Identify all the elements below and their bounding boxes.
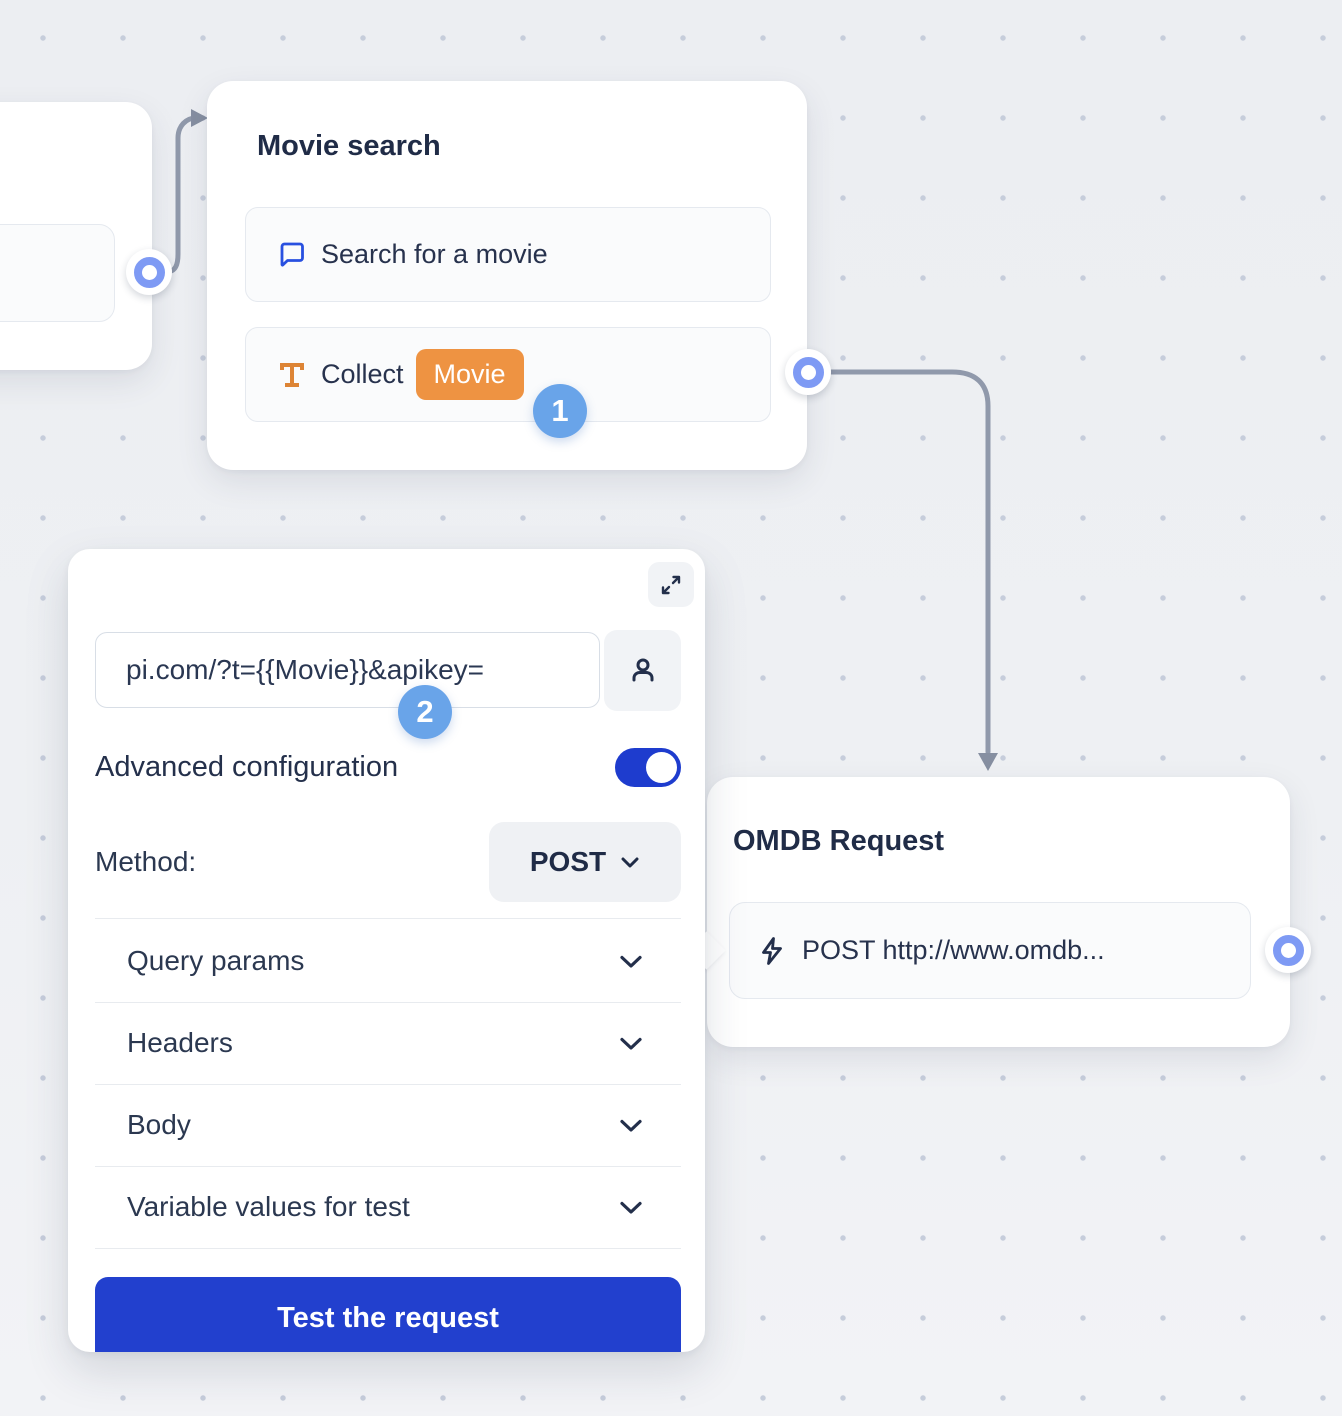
webhook-label: POST http://www.omdb... <box>802 935 1105 966</box>
webhook-config-panel: pi.com/?t={{Movie}}&apikey= Advanced con… <box>68 549 705 1352</box>
connector-into-movie-node <box>158 118 197 272</box>
section-body[interactable]: Body <box>95 1084 681 1166</box>
divider <box>95 918 681 919</box>
method-label: Method: <box>95 846 196 878</box>
toggle-knob <box>646 752 677 783</box>
expand-diagonal-icon <box>658 572 684 598</box>
url-input[interactable]: pi.com/?t={{Movie}}&apikey= <box>95 632 600 708</box>
omdb-request-node[interactable]: OMDB Request POST http://www.omdb... <box>707 777 1290 1047</box>
port-ring <box>134 257 165 288</box>
chevron-down-icon <box>620 855 640 869</box>
chevron-down-icon <box>619 1036 681 1051</box>
text-T-icon <box>276 359 308 391</box>
section-query-params[interactable]: Query params <box>95 920 681 1002</box>
step-badge-2: 2 <box>398 685 452 739</box>
webhook-block[interactable]: POST http://www.omdb... <box>729 902 1251 999</box>
test-request-button[interactable]: Test the request <box>95 1277 681 1352</box>
arrowhead-right <box>191 109 208 127</box>
flow-canvas: Movie search Search for a movie Collect … <box>0 0 1342 1416</box>
advanced-configuration-label: Advanced configuration <box>95 751 398 784</box>
chevron-down-icon <box>619 1118 681 1133</box>
movie-search-node[interactable]: Movie search Search for a movie Collect … <box>207 81 807 470</box>
expand-button[interactable] <box>648 562 694 607</box>
person-icon <box>626 654 660 688</box>
collect-block[interactable]: Collect Movie <box>245 327 771 422</box>
chevron-down-icon <box>619 1200 681 1215</box>
person-button[interactable] <box>604 630 681 711</box>
step-badge-1: 1 <box>533 384 587 438</box>
node-title: OMDB Request <box>733 825 944 858</box>
method-dropdown[interactable]: POST <box>489 822 681 902</box>
section-headers[interactable]: Headers <box>95 1002 681 1084</box>
chat-bubble-icon <box>276 239 308 271</box>
output-port-omdb-node[interactable] <box>1265 927 1311 973</box>
lightning-icon <box>756 935 788 967</box>
section-label: Headers <box>95 1027 233 1059</box>
section-label: Body <box>95 1109 191 1141</box>
section-label: Query params <box>95 945 304 977</box>
output-port-movie-node[interactable] <box>785 349 831 395</box>
arrowhead-down <box>978 753 998 771</box>
question-block[interactable]: Search for a movie <box>245 207 771 302</box>
partial-left-node[interactable] <box>0 102 152 370</box>
question-label: Search for a movie <box>321 239 548 270</box>
divider <box>95 1248 681 1249</box>
partial-left-node-item[interactable] <box>0 224 115 322</box>
section-label: Variable values for test <box>95 1191 410 1223</box>
port-ring <box>1273 935 1304 966</box>
advanced-configuration-toggle[interactable] <box>615 748 681 787</box>
port-ring <box>793 357 824 388</box>
chevron-down-icon <box>619 954 681 969</box>
method-value: POST <box>530 846 606 878</box>
node-title: Movie search <box>257 130 441 163</box>
variable-badge[interactable]: Movie <box>416 349 524 400</box>
collect-label: Collect <box>321 359 404 390</box>
output-port-left-node[interactable] <box>126 249 172 295</box>
section-variable-values[interactable]: Variable values for test <box>95 1166 681 1248</box>
connector-movie-to-omdb <box>822 372 988 752</box>
url-value: pi.com/?t={{Movie}}&apikey= <box>96 654 484 686</box>
